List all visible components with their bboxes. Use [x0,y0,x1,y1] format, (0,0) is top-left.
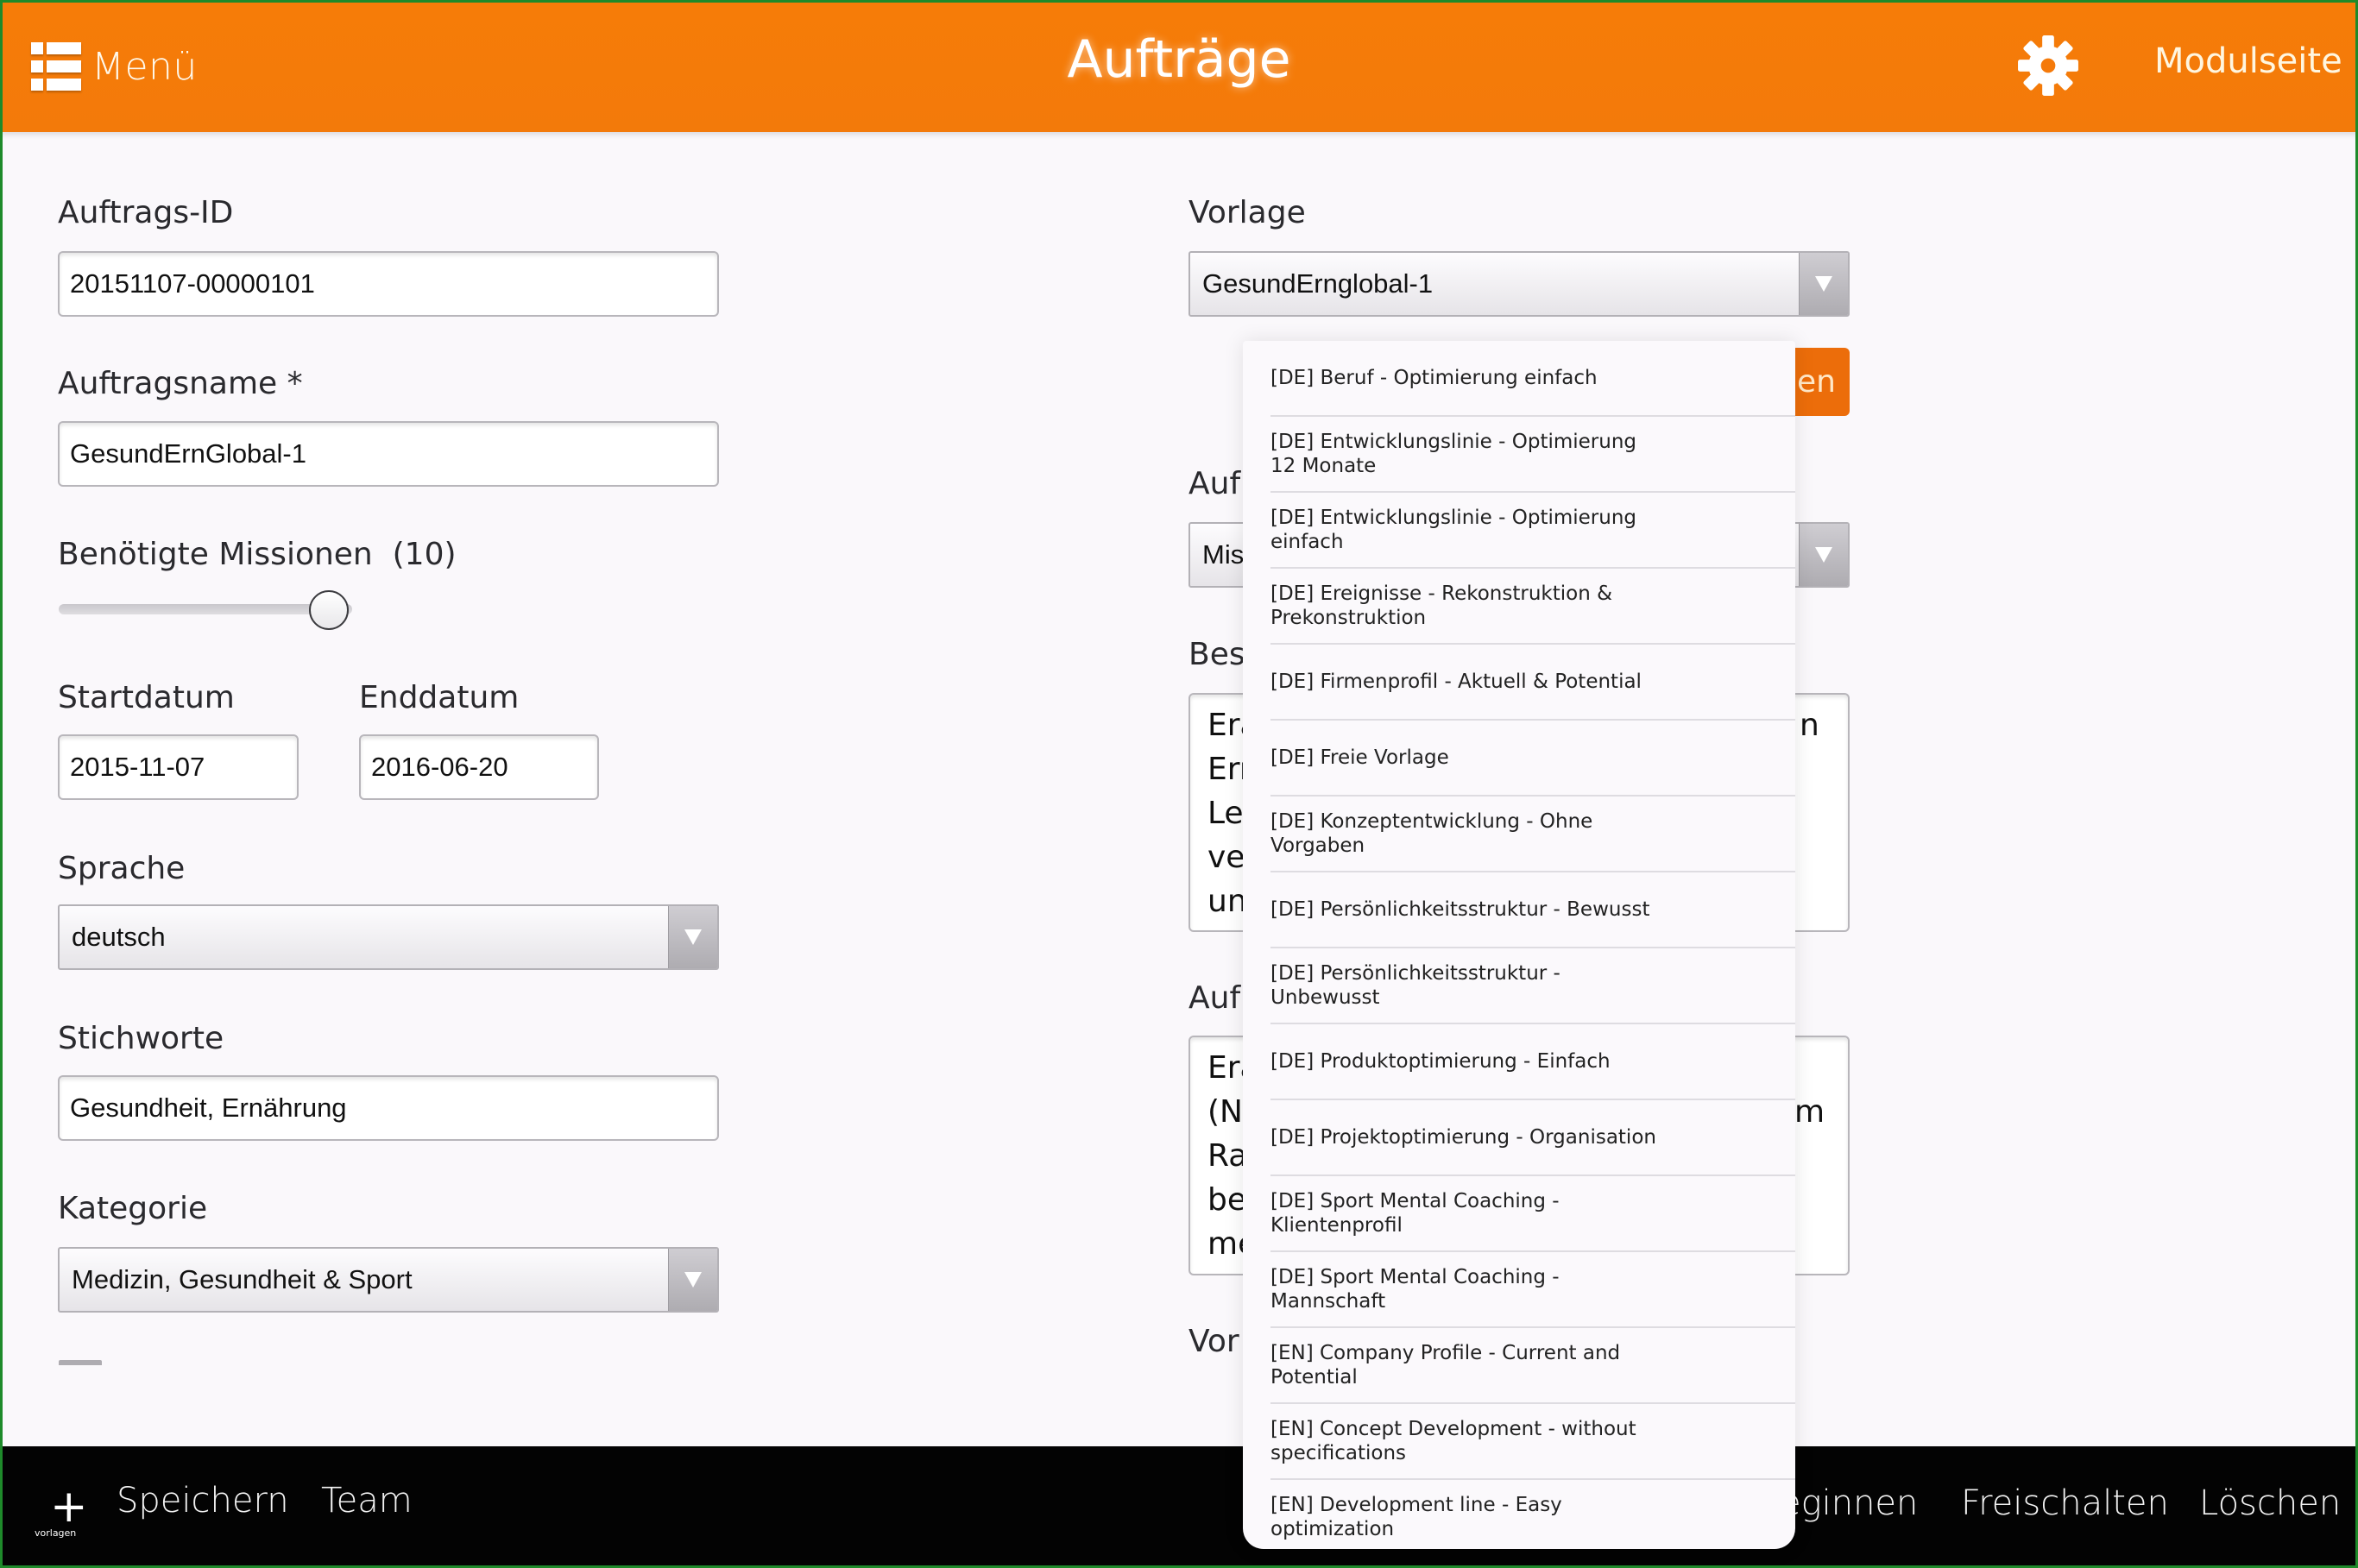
template-label: Vorlage [1188,195,1306,230]
description-text-right: n [1800,708,1819,743]
add-templates-button[interactable]: + vorlagen [33,1481,93,1539]
order-id-field[interactable]: 20151107-00000101 [58,251,719,317]
dropdown-option[interactable]: [DE] Beruf - Optimierung einfach [1270,341,1795,417]
dropdown-option-label: [DE] Persönlichkeitsstruktur - Bewusst [1270,898,1650,921]
dropdown-option-label: [DE] Sport Mental Coaching - Klientenpro… [1270,1190,1560,1237]
keywords-field[interactable]: Gesundheit, Ernährung [58,1075,719,1141]
dropdown-option-label: [DE] Entwicklungslinie - Optimierung ein… [1270,507,1637,553]
module-page-link[interactable]: Modulseite [2154,41,2342,81]
dropdown-option[interactable]: [DE] Persönlichkeitsstruktur - Bewusst [1270,872,1795,948]
dropdown-option[interactable]: [EN] Concept Development - without speci… [1270,1404,1795,1480]
order-type-value: Mis [1202,539,1245,570]
chevron-down-icon [668,1249,717,1311]
dropdown-option[interactable]: [DE] Produktoptimierung - Einfach [1270,1024,1795,1100]
screen-frame [0,0,2358,1568]
page-title: Aufträge [1067,29,1291,90]
task-text-right: m [1794,1094,1825,1130]
chevron-down-icon [1799,253,1848,315]
dropdown-option[interactable]: [DE] Entwicklungslinie - Optimierung 12 … [1270,417,1795,493]
dropdown-option-label: [EN] Development line - Easy optimizatio… [1270,1494,1562,1540]
dropdown-option-label: [EN] Company Profile - Current and Poten… [1270,1342,1621,1389]
save-button[interactable]: Speichern [117,1481,289,1521]
chevron-down-icon [668,906,717,968]
dropdown-option[interactable]: [DE] Sport Mental Coaching - Mannschaft [1270,1252,1795,1328]
order-id-label: Auftrags-ID [58,195,234,230]
dropdown-option[interactable]: [DE] Ereignisse - Rekonstruktion & Preko… [1270,569,1795,645]
dropdown-option[interactable]: [DE] Sport Mental Coaching - Klientenpro… [1270,1176,1795,1252]
language-select[interactable]: deutsch [58,904,719,970]
task-label: Auf [1188,980,1241,1016]
gear-icon[interactable] [2015,33,2081,98]
unlock-button[interactable]: Freischalten [1961,1483,2169,1523]
dropdown-option-label: [DE] Konzeptentwicklung - Ohne Vorgaben [1270,810,1593,857]
keywords-label: Stichworte [58,1021,224,1056]
delete-button[interactable]: Löschen [2199,1483,2341,1523]
template-select[interactable]: GesundErnglobal-1 [1188,251,1850,317]
template-value: GesundErnglobal-1 [1202,268,1434,299]
language-label: Sprache [58,851,186,886]
dropdown-option[interactable]: [DE] Entwicklungslinie - Optimierung ein… [1270,493,1795,569]
chevron-down-icon [1799,524,1848,586]
begin-button[interactable]: eginnen [1780,1483,1918,1523]
missions-label: Benötigte Missionen (10) [58,537,457,572]
category-select[interactable]: Medizin, Gesundheit & Sport [58,1247,719,1313]
dropdown-option[interactable]: [DE] Konzeptentwicklung - Ohne Vorgaben [1270,797,1795,872]
description-label: Bes [1188,637,1245,672]
end-date-field[interactable]: 2016-06-20 [359,734,599,800]
category-value: Medizin, Gesundheit & Sport [72,1264,413,1294]
dropdown-option-label: [DE] Entwicklungslinie - Optimierung 12 … [1270,431,1637,477]
team-button[interactable]: Team [321,1481,413,1521]
missions-label-text: Benötigte Missionen [58,537,373,572]
end-date-label: Enddatum [359,680,520,715]
dropdown-option[interactable]: [DE] Firmenprofil - Aktuell & Potential [1270,645,1795,721]
dropdown-option-label: [EN] Concept Development - without speci… [1270,1418,1636,1464]
order-type-label: Auf [1188,466,1241,501]
plus-icon: + [50,1481,88,1533]
dropdown-option-label: [DE] Beruf - Optimierung einfach [1270,367,1598,389]
missions-slider-thumb[interactable] [308,590,349,630]
start-date-label: Startdatum [58,680,235,715]
dropdown-option-label: [DE] Produktoptimierung - Einfach [1270,1050,1611,1073]
template-dropdown-list[interactable]: [DE] Beruf - Optimierung einfach [DE] Ent… [1243,341,1795,1549]
dropdown-option-label: [DE] Sport Mental Coaching - Mannschaft [1270,1266,1560,1313]
dropdown-option-label: [DE] Freie Vorlage [1270,746,1449,769]
dropdown-option[interactable]: [EN] Development line - Easy optimizatio… [1270,1480,1795,1549]
dropdown-option[interactable]: [DE] Persönlichkeitsstruktur - Unbewusst [1270,948,1795,1024]
order-name-label: Auftragsname * [58,366,303,401]
language-value: deutsch [72,922,166,952]
dropdown-option-label: [DE] Projektoptimierung - Organisation [1270,1126,1656,1149]
bottom-toolbar: + vorlagen Speichern Team eginnen Freisc… [0,1446,2358,1568]
category-label: Kategorie [58,1191,208,1226]
dropdown-option-label: [DE] Firmenprofil - Aktuell & Potential [1270,671,1642,693]
toggle-switch[interactable] [59,1360,102,1365]
footer-section-label: Vor [1188,1324,1239,1359]
dropdown-option-label: [DE] Persönlichkeitsstruktur - Unbewusst [1270,962,1560,1009]
dropdown-option-label: [DE] Ereignisse - Rekonstruktion & Preko… [1270,582,1613,629]
app-header: Menü Aufträge Modulseite [0,0,2358,132]
order-name-field[interactable]: GesundErnGlobal-1 [58,421,719,487]
dropdown-option[interactable]: [DE] Freie Vorlage [1270,721,1795,797]
dropdown-option[interactable]: [EN] Company Profile - Current and Poten… [1270,1328,1795,1404]
missions-count: (10) [392,537,457,572]
start-date-field[interactable]: 2015-11-07 [58,734,299,800]
dropdown-option[interactable]: [DE] Projektoptimierung - Organisation [1270,1100,1795,1176]
add-templates-sublabel: vorlagen [35,1527,77,1539]
